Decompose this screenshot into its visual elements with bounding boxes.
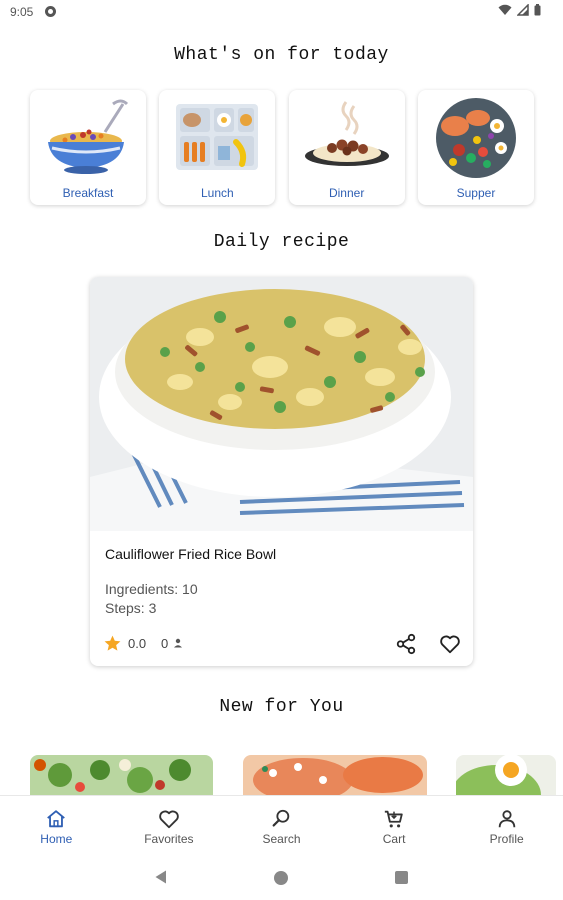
favorite-heart-icon[interactable] — [439, 633, 461, 655]
cereal-bowl-icon — [48, 99, 129, 174]
heart-icon — [159, 810, 179, 829]
notification-icon — [45, 6, 56, 17]
lunch-tray-icon — [176, 104, 259, 170]
category-label: Dinner — [328, 186, 365, 200]
home-icon — [47, 810, 66, 828]
person-small-icon — [174, 638, 182, 648]
recipe-rating: 0.0 — [128, 636, 147, 651]
category-supper[interactable]: Supper — [417, 90, 534, 205]
nav-home[interactable]: Home — [0, 796, 113, 855]
category-row: Breakfast Lunch Dinner Supper — [30, 90, 534, 205]
new-recipe-thumb[interactable] — [243, 755, 427, 797]
home-button-icon[interactable] — [274, 871, 288, 885]
recipe-footer: 0.0 0 — [103, 633, 461, 656]
share-icon[interactable] — [395, 633, 417, 655]
recipe-name: Cauliflower Fried Rice Bowl — [105, 546, 277, 562]
new-recipe-thumb[interactable] — [456, 755, 556, 797]
nav-label: Favorites — [144, 832, 194, 846]
recipe-photo — [90, 277, 473, 531]
daily-recipe-card[interactable]: Cauliflower Fried Rice Bowl Ingredients:… — [90, 277, 473, 666]
new-recipe-thumb[interactable] — [30, 755, 213, 797]
recipe-review-count: 0 — [161, 636, 169, 651]
cellular-icon — [517, 4, 529, 16]
status-bar: 9:05 — [0, 0, 563, 24]
new-recipes-row — [30, 755, 563, 797]
nav-label: Home — [40, 832, 73, 846]
person-icon — [498, 810, 515, 828]
category-label: Breakfast — [62, 186, 114, 200]
new-for-you-title: New for You — [219, 697, 344, 717]
nav-favorites[interactable]: Favorites — [113, 796, 226, 855]
back-icon[interactable] — [155, 870, 167, 884]
dinner-plate-icon — [304, 101, 389, 166]
system-icons — [498, 4, 541, 16]
nav-cart[interactable]: Cart — [338, 796, 451, 855]
category-label: Lunch — [200, 186, 234, 200]
system-navigation-bar — [0, 855, 563, 900]
today-title: What's on for today — [174, 45, 389, 65]
star-icon — [104, 635, 121, 651]
nav-search[interactable]: Search — [225, 796, 338, 855]
cart-icon — [384, 810, 403, 828]
nav-profile[interactable]: Profile — [450, 796, 563, 855]
recipe-steps: Steps: 3 — [105, 600, 157, 616]
category-breakfast[interactable]: Breakfast — [30, 90, 146, 205]
recents-icon[interactable] — [395, 871, 408, 884]
category-label: Supper — [456, 186, 496, 200]
supper-platter-icon — [435, 98, 516, 178]
nav-label: Search — [262, 832, 301, 846]
bottom-navigation: Home Favorites Search Cart Profile — [0, 795, 563, 855]
battery-icon — [534, 4, 541, 16]
daily-recipe-title: Daily recipe — [213, 232, 350, 252]
category-dinner[interactable]: Dinner — [288, 90, 405, 205]
recipe-ingredients: Ingredients: 10 — [105, 581, 198, 597]
status-time: 9:05 — [10, 5, 34, 19]
search-icon — [273, 809, 290, 827]
category-lunch[interactable]: Lunch — [159, 90, 276, 205]
wifi-icon — [498, 4, 512, 15]
nav-label: Cart — [382, 832, 406, 846]
nav-label: Profile — [489, 832, 524, 846]
